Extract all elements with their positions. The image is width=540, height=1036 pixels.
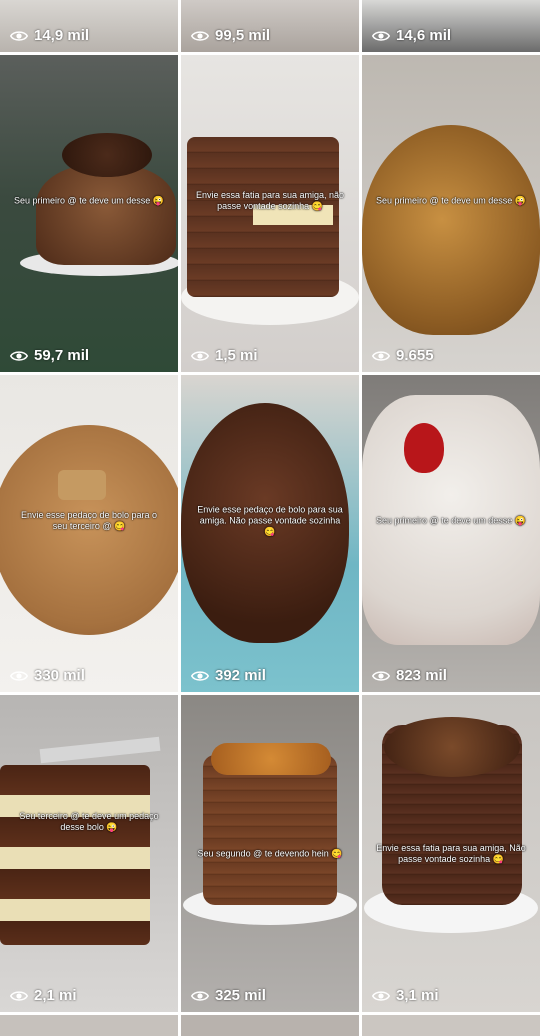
view-count: 99,5 mil — [191, 27, 270, 44]
eye-icon — [372, 670, 390, 682]
eye-icon — [191, 350, 209, 362]
cake-topping — [384, 717, 520, 777]
video-tile-top-2[interactable]: 99,5 mil — [181, 0, 359, 52]
cake-topping — [58, 470, 106, 500]
video-caption: Envie esse pedaço de bolo para o seu ter… — [20, 509, 158, 531]
video-grid: 14,9 mil 99,5 mil 14,6 mil Seu primeiro … — [0, 0, 540, 1036]
eye-icon — [10, 990, 28, 1002]
video-tile-top-1[interactable]: 14,9 mil — [0, 0, 178, 52]
video-caption: Seu segundo @ te devendo hein 😋 — [197, 848, 343, 858]
video-tile-4[interactable]: Envie esse pedaço de bolo para o seu ter… — [0, 375, 178, 692]
video-tile-top-3[interactable]: 14,6 mil — [362, 0, 540, 52]
video-caption: Seu terceiro @ te deve um pedaço desse b… — [19, 810, 159, 832]
view-count: 823 mil — [372, 667, 447, 684]
view-count: 392 mil — [191, 667, 266, 684]
eye-icon — [191, 990, 209, 1002]
view-count: 9.655 — [372, 347, 434, 364]
video-tile-8[interactable]: Seu segundo @ te devendo hein 😋 325 mil — [181, 695, 359, 1012]
video-caption: Envie essa fatia para sua amiga, não pas… — [195, 189, 345, 211]
view-count: 14,6 mil — [372, 27, 451, 44]
view-count: 3,1 mi — [372, 987, 439, 1004]
cake-image — [0, 765, 150, 945]
eye-icon — [372, 30, 390, 42]
cake-topping — [62, 133, 152, 177]
eye-icon — [10, 30, 28, 42]
cake-image — [203, 755, 337, 905]
cake-topping — [211, 743, 331, 775]
video-tile-peek-1[interactable] — [0, 1015, 178, 1036]
eye-icon — [372, 350, 390, 362]
video-tile-9[interactable]: Envie essa fatia para sua amiga, Não pas… — [362, 695, 540, 1012]
cake-image — [362, 125, 540, 335]
video-caption: Envie essa fatia para sua amiga, Não pas… — [376, 842, 526, 864]
video-tile-5[interactable]: Envie esse pedaço de bolo para sua amiga… — [181, 375, 359, 692]
video-tile-6[interactable]: Seu primeiro @ te deve um desse 😜 823 mi… — [362, 375, 540, 692]
eye-icon — [10, 670, 28, 682]
video-caption: Seu primeiro @ te deve um desse 😜 — [376, 515, 526, 526]
strawberry-topping — [404, 423, 444, 473]
video-tile-peek-2[interactable] — [181, 1015, 359, 1036]
eye-icon — [372, 990, 390, 1002]
eye-icon — [191, 30, 209, 42]
view-count: 14,9 mil — [10, 27, 89, 44]
video-tile-7[interactable]: Seu terceiro @ te deve um pedaço desse b… — [0, 695, 178, 1012]
view-count: 59,7 mil — [10, 347, 89, 364]
view-count: 1,5 mi — [191, 347, 258, 364]
video-tile-3[interactable]: Seu primeiro @ te deve um desse 😜 9.655 — [362, 55, 540, 372]
eye-icon — [191, 670, 209, 682]
view-count: 325 mil — [191, 987, 266, 1004]
video-caption: Envie esse pedaço de bolo para sua amiga… — [197, 504, 343, 537]
video-tile-1[interactable]: Seu primeiro @ te deve um desse 😜 59,7 m… — [0, 55, 178, 372]
video-tile-2[interactable]: Envie essa fatia para sua amiga, não pas… — [181, 55, 359, 372]
video-caption: Seu primeiro @ te deve um desse 😜 — [14, 195, 164, 206]
video-caption: Seu primeiro @ te deve um desse 😜 — [376, 195, 526, 206]
eye-icon — [10, 350, 28, 362]
view-count: 2,1 mi — [10, 987, 77, 1004]
video-tile-peek-3[interactable] — [362, 1015, 540, 1036]
view-count: 330 mil — [10, 667, 85, 684]
cake-image — [36, 165, 176, 265]
